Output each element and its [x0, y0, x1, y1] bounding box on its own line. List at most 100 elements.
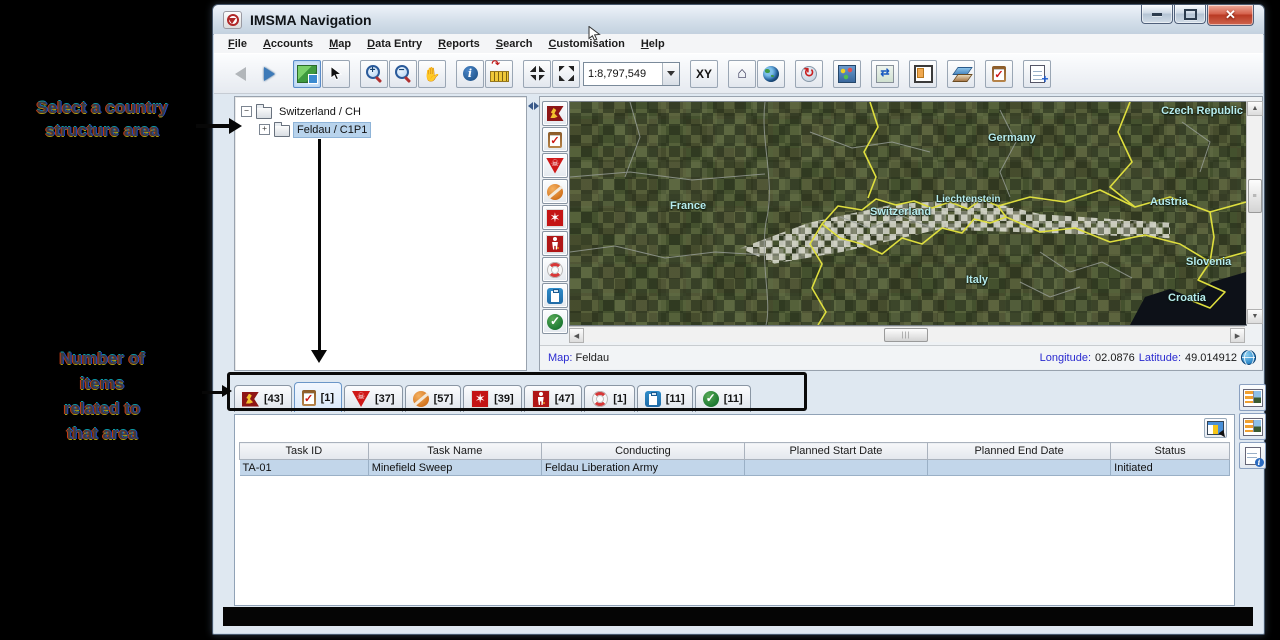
- menu-map[interactable]: Map: [321, 36, 359, 52]
- header-planned-end[interactable]: Planned End Date: [928, 443, 1111, 460]
- tab-quality[interactable]: [11]: [695, 385, 751, 412]
- home-view-button[interactable]: [728, 60, 756, 88]
- header-task-id[interactable]: Task ID: [240, 443, 369, 460]
- zoom-to-selected-button[interactable]: [523, 60, 551, 88]
- victim-items-button[interactable]: [542, 231, 568, 256]
- mre-items-button[interactable]: [542, 283, 568, 308]
- tab-hazard-reductions[interactable]: [57]: [405, 385, 462, 412]
- map-canvas[interactable]: France Switzerland Liechtenstein Germany…: [569, 101, 1247, 326]
- collapse-left-icon[interactable]: [528, 102, 533, 110]
- refresh-map-button[interactable]: [871, 60, 899, 88]
- show-on-map-button[interactable]: [1239, 384, 1266, 411]
- record-info-button[interactable]: [1239, 442, 1266, 469]
- menu-reports[interactable]: Reports: [430, 36, 488, 52]
- maximize-button[interactable]: [1174, 5, 1206, 24]
- tab-count: [47]: [555, 393, 575, 405]
- tree-node-root[interactable]: Switzerland / CH: [241, 103, 364, 120]
- map-label-czech-republic: Czech Republic: [1161, 105, 1243, 117]
- new-record-button[interactable]: [1023, 60, 1051, 88]
- zoom-in-button[interactable]: +: [360, 60, 388, 88]
- tree-node-child[interactable]: Feldau / C1P1: [259, 121, 370, 138]
- refresh-arrows-icon: [876, 65, 894, 83]
- menu-accounts[interactable]: Accounts: [255, 36, 321, 52]
- header-conducting[interactable]: Conducting: [541, 443, 744, 460]
- map-vertical-scrollbar[interactable]: ▲ ≡ ▼: [1246, 101, 1262, 324]
- forward-button[interactable]: [255, 60, 283, 88]
- data-window-button[interactable]: [909, 60, 937, 88]
- hazard-reduction-items-button[interactable]: [542, 179, 568, 204]
- mouse-cursor: [588, 26, 601, 42]
- header-planned-start[interactable]: Planned Start Date: [744, 443, 927, 460]
- scroll-up-button[interactable]: ▲: [1247, 101, 1263, 116]
- accident-items-button[interactable]: [542, 205, 568, 230]
- scroll-down-button[interactable]: ▼: [1247, 309, 1263, 324]
- tab-accidents[interactable]: [39]: [463, 385, 522, 412]
- annotation-arrow-to-tabs: [202, 391, 224, 394]
- cell-conducting[interactable]: Feldau Liberation Army: [541, 460, 744, 476]
- menu-search[interactable]: Search: [488, 36, 541, 52]
- table-row-selected[interactable]: TA-01 Minefield Sweep Feldau Liberation …: [240, 460, 1230, 476]
- assistance-items-button[interactable]: [542, 257, 568, 282]
- cell-task-id[interactable]: TA-01: [240, 460, 369, 476]
- map-label-germany: Germany: [988, 132, 1036, 144]
- map-view-button[interactable]: [293, 60, 321, 88]
- title-bar[interactable]: IMSMA Navigation: [213, 5, 1264, 35]
- xy-coordinates-button[interactable]: XY: [690, 60, 718, 88]
- task-table-panel: Task ID Task Name Conducting Planned Sta…: [234, 414, 1235, 606]
- menu-customisation[interactable]: Customisation: [540, 36, 632, 52]
- projection-globe-icon[interactable]: [1241, 350, 1256, 365]
- back-arrow-icon: [235, 67, 246, 81]
- full-extent-button[interactable]: [552, 60, 580, 88]
- hazard-items-button[interactable]: [542, 153, 568, 178]
- select-tool-button[interactable]: [322, 60, 350, 88]
- tab-assistance[interactable]: [1]: [584, 385, 634, 412]
- show-list-button[interactable]: [1239, 413, 1266, 440]
- pan-button[interactable]: [418, 60, 446, 88]
- hand-pan-icon: [423, 66, 440, 82]
- back-button[interactable]: [226, 60, 254, 88]
- close-button[interactable]: [1207, 5, 1254, 26]
- menu-help[interactable]: Help: [633, 36, 673, 52]
- column-chooser-button[interactable]: [1204, 418, 1227, 438]
- world-view-button[interactable]: [757, 60, 785, 88]
- quality-items-button[interactable]: [542, 309, 568, 334]
- tab-victims[interactable]: [47]: [524, 385, 583, 412]
- header-status[interactable]: Status: [1111, 443, 1230, 460]
- tab-locations[interactable]: [43]: [234, 385, 292, 412]
- scale-dropdown-button[interactable]: [662, 63, 679, 85]
- vertical-scroll-thumb[interactable]: ≡: [1248, 179, 1262, 213]
- horizontal-scroll-thumb[interactable]: |||: [884, 328, 928, 342]
- cell-task-name[interactable]: Minefield Sweep: [368, 460, 541, 476]
- tab-tasks[interactable]: [1]: [294, 382, 342, 412]
- info-button[interactable]: [456, 60, 484, 88]
- header-task-name[interactable]: Task Name: [368, 443, 541, 460]
- thematic-map-button[interactable]: [833, 60, 861, 88]
- tree-node-label-selected[interactable]: Feldau / C1P1: [294, 123, 370, 137]
- tab-hazards[interactable]: [37]: [344, 385, 403, 412]
- task-items-button[interactable]: [542, 127, 568, 152]
- minimize-button[interactable]: [1141, 5, 1173, 24]
- zoom-out-button[interactable]: −: [389, 60, 417, 88]
- scroll-right-button[interactable]: ▶: [1230, 328, 1245, 343]
- task-checklist-button[interactable]: [985, 60, 1013, 88]
- cell-status[interactable]: Initiated: [1111, 460, 1230, 476]
- layers-button[interactable]: [947, 60, 975, 88]
- measure-button[interactable]: [485, 60, 513, 88]
- menu-data-entry[interactable]: Data Entry: [359, 36, 430, 52]
- tab-mre[interactable]: [11]: [637, 385, 693, 412]
- location-items-button[interactable]: [542, 101, 568, 126]
- expand-icon[interactable]: [259, 124, 270, 135]
- menu-file[interactable]: File: [220, 36, 255, 52]
- tree-node-label[interactable]: Switzerland / CH: [276, 105, 364, 119]
- map-horizontal-scrollbar[interactable]: ◀ ||| ▶: [569, 326, 1245, 342]
- longitude-label: Longitude:: [1040, 352, 1091, 364]
- task-clipboard-icon: [302, 390, 316, 406]
- split-pane-divider[interactable]: [525, 96, 539, 369]
- scroll-left-button[interactable]: ◀: [569, 328, 584, 343]
- map-scale-input[interactable]: [584, 63, 662, 85]
- collapse-icon[interactable]: [241, 106, 252, 117]
- zoom-world-extent-button[interactable]: [795, 60, 823, 88]
- cell-planned-end[interactable]: [928, 460, 1111, 476]
- life-ring-icon: [592, 391, 608, 407]
- cell-planned-start[interactable]: [744, 460, 927, 476]
